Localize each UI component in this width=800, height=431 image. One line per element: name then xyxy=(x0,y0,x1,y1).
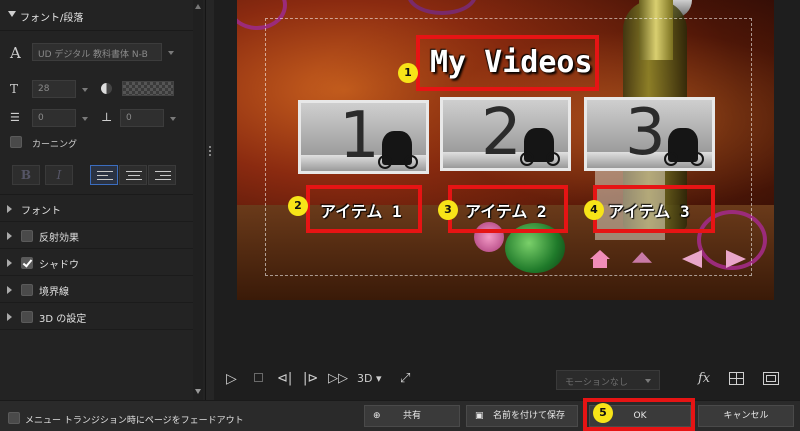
save-disk-icon: ▣ xyxy=(475,411,484,421)
chapter-thumbnail-1[interactable]: 1 xyxy=(298,100,429,174)
char-spacing-icon: ⊥ xyxy=(101,110,113,124)
fade-out-checkbox[interactable] xyxy=(8,412,20,424)
cancel-button[interactable]: キャンセル xyxy=(698,405,794,427)
section-label: フォント xyxy=(21,206,61,217)
fullscreen-icon[interactable]: ⤢ xyxy=(400,371,410,386)
fade-out-label: メニュー トランジション時にページをフェードアウト xyxy=(25,416,244,426)
reflection-checkbox[interactable] xyxy=(21,230,33,242)
font-paragraph-section-header[interactable]: フォント/段落 xyxy=(0,8,200,26)
section-label: 3D の設定 xyxy=(39,314,87,325)
chevron-down-icon[interactable] xyxy=(82,88,88,92)
scroll-down-icon[interactable] xyxy=(195,389,201,394)
thumbnail-number: 2 xyxy=(481,97,522,170)
section-border[interactable]: 境界線 xyxy=(0,277,200,303)
char-spacing-field[interactable]: 0 xyxy=(120,109,164,127)
save-as-button[interactable]: ▣ 名前を付けて保存 xyxy=(466,405,578,427)
save-as-label: 名前を付けて保存 xyxy=(492,411,565,421)
menu-title-text[interactable]: My Videos xyxy=(430,45,593,80)
chapter-thumbnail-2[interactable]: 2 xyxy=(440,97,571,171)
align-left-button[interactable] xyxy=(90,165,118,185)
safe-zone-icon[interactable] xyxy=(763,372,779,385)
motion-placeholder: モーションなし xyxy=(565,378,628,388)
menu-item-3-label[interactable]: アイテム 3 xyxy=(608,198,690,222)
font-a-icon: A xyxy=(10,44,21,62)
thumbnail-number: 1 xyxy=(339,100,380,173)
share-button[interactable]: ⊕ 共有 xyxy=(364,405,460,427)
font-color-swatch[interactable] xyxy=(122,81,174,96)
divider xyxy=(0,30,200,31)
font-name-select[interactable]: UD デジタル 教科書体 N-B xyxy=(32,43,162,61)
3d-label: 3D xyxy=(357,372,373,385)
section-title: フォント/段落 xyxy=(20,13,84,24)
step-badge-1: 1 xyxy=(398,63,418,83)
menu-item-2-label[interactable]: アイテム 2 xyxy=(465,198,547,222)
next-frame-icon[interactable]: |⊳ xyxy=(303,371,318,386)
stop-icon[interactable] xyxy=(254,373,263,382)
left-scrollbar[interactable] xyxy=(193,0,203,400)
play-icon[interactable]: ▷ xyxy=(226,371,237,387)
step-badge-4: 4 xyxy=(584,200,604,220)
font-size-field[interactable]: 28 xyxy=(32,80,76,98)
properties-panel: フォント/段落 A UD デジタル 教科書体 N-B T 28 ☰ 0 ⊥ 0 … xyxy=(0,0,206,400)
shadow-checkbox[interactable] xyxy=(21,257,33,269)
fx-button[interactable]: fx xyxy=(698,371,710,386)
color-picker-icon[interactable] xyxy=(101,83,112,94)
chevron-down-icon[interactable] xyxy=(82,117,88,121)
expand-arrow-icon xyxy=(7,232,12,240)
section-shadow[interactable]: シャドウ xyxy=(0,250,200,276)
panel-splitter-handle[interactable] xyxy=(209,146,212,158)
menu-designer-window: フォント/段落 A UD デジタル 教科書体 N-B T 28 ☰ 0 ⊥ 0 … xyxy=(0,0,800,431)
step-badge-3: 3 xyxy=(438,200,458,220)
expand-arrow-icon xyxy=(7,259,12,267)
expand-arrow-icon xyxy=(7,205,12,213)
section-label: シャドウ xyxy=(39,260,79,271)
divider xyxy=(0,194,200,195)
chevron-down-icon[interactable] xyxy=(168,51,174,55)
collapse-triangle-icon xyxy=(8,11,16,17)
section-3d-settings[interactable]: 3D の設定 xyxy=(0,304,200,330)
kerning-checkbox[interactable] xyxy=(10,136,22,148)
italic-button[interactable]: I xyxy=(45,165,73,185)
line-spacing-icon: ☰ xyxy=(10,111,20,124)
menu-item-1-label[interactable]: アイテム 1 xyxy=(320,198,402,222)
bold-button[interactable]: B xyxy=(12,165,40,185)
thumbnail-number: 3 xyxy=(625,97,666,170)
line-spacing-field[interactable]: 0 xyxy=(32,109,76,127)
fast-forward-icon[interactable]: ▷▷ xyxy=(328,371,348,386)
section-font[interactable]: フォント xyxy=(0,196,200,222)
section-reflection[interactable]: 反射効果 xyxy=(0,223,200,249)
chapter-thumbnail-3[interactable]: 3 xyxy=(584,97,715,171)
border-checkbox[interactable] xyxy=(21,284,33,296)
previous-frame-icon[interactable]: ⊲| xyxy=(277,371,292,386)
font-size-icon: T xyxy=(10,82,19,96)
section-label: 反射効果 xyxy=(39,233,79,244)
expand-arrow-icon xyxy=(7,286,12,294)
align-center-button[interactable] xyxy=(119,165,147,185)
motion-select[interactable]: モーションなし xyxy=(556,370,660,390)
3d-mode-button[interactable]: 3D ▾ xyxy=(357,372,382,385)
grid-icon[interactable] xyxy=(729,372,744,385)
kerning-label: カーニング xyxy=(32,140,78,150)
expand-arrow-icon xyxy=(7,313,12,321)
chevron-down-icon xyxy=(645,379,651,383)
playback-bar: ▷ ⊲| |⊳ ▷▷ 3D ▾ ⤢ モーションなし fx xyxy=(214,360,800,396)
share-label: 共有 xyxy=(402,411,421,421)
3d-checkbox[interactable] xyxy=(21,311,33,323)
scroll-up-icon[interactable] xyxy=(195,4,201,9)
step-badge-2: 2 xyxy=(288,196,308,216)
step-badge-5: 5 xyxy=(593,403,613,423)
section-label: 境界線 xyxy=(39,287,69,298)
chevron-down-icon[interactable] xyxy=(170,117,176,121)
globe-icon: ⊕ xyxy=(373,411,381,421)
align-right-button[interactable] xyxy=(148,165,176,185)
